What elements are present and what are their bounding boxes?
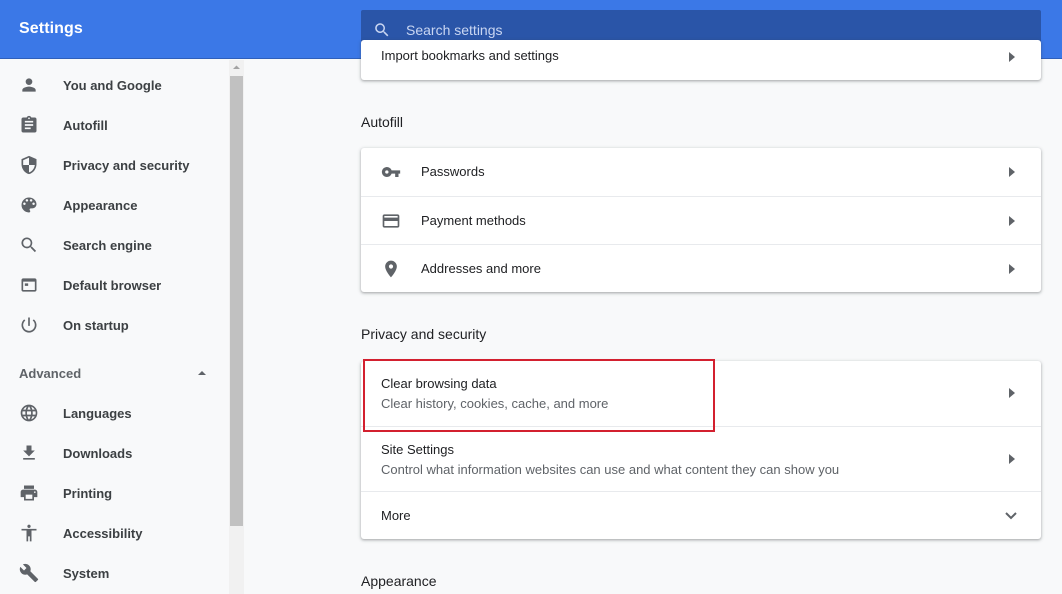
scroll-up-arrow-icon[interactable] xyxy=(229,62,244,72)
arrow-right-icon xyxy=(1009,167,1015,177)
passwords-label: Passwords xyxy=(421,164,485,179)
sidebar-item-appearance[interactable]: Appearance xyxy=(0,185,228,225)
import-card: Import bookmarks and settings xyxy=(361,40,1041,80)
sidebar-item-languages[interactable]: Languages xyxy=(0,393,228,433)
shield-icon xyxy=(19,155,39,175)
arrow-right-icon xyxy=(1009,454,1015,464)
sidebar-advanced-toggle[interactable]: Advanced xyxy=(0,353,228,393)
sidebar-item-label: Printing xyxy=(63,485,113,501)
caret-up-icon xyxy=(198,371,206,375)
sidebar-item-system[interactable]: System xyxy=(0,553,228,593)
clear-browsing-data-row[interactable]: Clear browsing data Clear history, cooki… xyxy=(361,361,1041,426)
import-bookmarks-label: Import bookmarks and settings xyxy=(381,48,559,63)
palette-icon xyxy=(19,195,39,215)
privacy-card: Clear browsing data Clear history, cooki… xyxy=(361,361,1041,539)
search-icon xyxy=(19,235,39,255)
scrollbar-thumb[interactable] xyxy=(230,76,243,526)
more-label: More xyxy=(381,508,411,523)
chevron-down-icon xyxy=(1005,512,1017,520)
site-settings-row[interactable]: Site Settings Control what information w… xyxy=(361,426,1041,491)
sidebar-item-autofill[interactable]: Autofill xyxy=(0,105,228,145)
sidebar: You and Google Autofill Privacy and secu… xyxy=(0,60,244,594)
clipboard-icon xyxy=(19,115,39,135)
sidebar-item-label: Autofill xyxy=(63,117,108,133)
sidebar-item-label: Downloads xyxy=(63,445,133,461)
site-settings-title: Site Settings xyxy=(381,442,454,457)
clear-browsing-data-title: Clear browsing data xyxy=(381,376,497,391)
privacy-section-title: Privacy and security xyxy=(361,326,487,342)
download-icon xyxy=(19,443,39,463)
sidebar-item-default-browser[interactable]: Default browser xyxy=(0,265,228,305)
more-row[interactable]: More xyxy=(361,491,1041,539)
payment-methods-row[interactable]: Payment methods xyxy=(361,196,1041,244)
sidebar-item-label: Accessibility xyxy=(63,525,143,541)
site-settings-subtitle: Control what information websites can us… xyxy=(381,462,840,477)
app-title: Settings xyxy=(19,20,83,37)
clear-browsing-data-subtitle: Clear history, cookies, cache, and more xyxy=(381,396,609,411)
advanced-label: Advanced xyxy=(19,365,82,381)
appearance-section-title: Appearance xyxy=(361,573,437,589)
wrench-icon xyxy=(19,563,39,583)
sidebar-item-accessibility[interactable]: Accessibility xyxy=(0,513,228,553)
credit-card-icon xyxy=(381,211,401,231)
sidebar-item-label: System xyxy=(63,565,110,581)
sidebar-item-printing[interactable]: Printing xyxy=(0,473,228,513)
addresses-label: Addresses and more xyxy=(421,261,541,276)
sidebar-item-label: On startup xyxy=(63,317,129,333)
sidebar-item-search-engine[interactable]: Search engine xyxy=(0,225,228,265)
sidebar-item-on-startup[interactable]: On startup xyxy=(0,305,228,345)
sidebar-item-label: You and Google xyxy=(63,77,162,93)
sidebar-item-label: Default browser xyxy=(63,277,162,293)
sidebar-scrollbar[interactable] xyxy=(229,60,244,594)
accessibility-icon xyxy=(19,523,39,543)
sidebar-item-label: Appearance xyxy=(63,197,138,213)
arrow-right-icon xyxy=(1009,52,1015,62)
arrow-right-icon xyxy=(1009,264,1015,274)
addresses-row[interactable]: Addresses and more xyxy=(361,244,1041,292)
sidebar-item-you-and-google[interactable]: You and Google xyxy=(0,65,228,105)
sidebar-item-label: Languages xyxy=(63,405,132,421)
browser-icon xyxy=(19,275,39,295)
arrow-right-icon xyxy=(1009,388,1015,398)
sidebar-item-downloads[interactable]: Downloads xyxy=(0,433,228,473)
autofill-section-title: Autofill xyxy=(361,114,404,130)
sidebar-item-label: Search engine xyxy=(63,237,152,253)
power-icon xyxy=(19,315,39,335)
sidebar-item-privacy-and-security[interactable]: Privacy and security xyxy=(0,145,228,185)
passwords-row[interactable]: Passwords xyxy=(361,148,1041,196)
globe-icon xyxy=(19,403,39,423)
search-icon xyxy=(375,23,389,37)
arrow-right-icon xyxy=(1009,216,1015,226)
payment-methods-label: Payment methods xyxy=(421,213,526,228)
import-bookmarks-row[interactable]: Import bookmarks and settings xyxy=(361,40,1041,80)
location-pin-icon xyxy=(381,259,401,279)
person-icon xyxy=(19,75,39,95)
sidebar-item-label: Privacy and security xyxy=(63,157,190,173)
key-icon xyxy=(381,162,401,182)
printer-icon xyxy=(19,483,39,503)
autofill-card: Passwords Payment methods Addresses and … xyxy=(361,148,1041,292)
